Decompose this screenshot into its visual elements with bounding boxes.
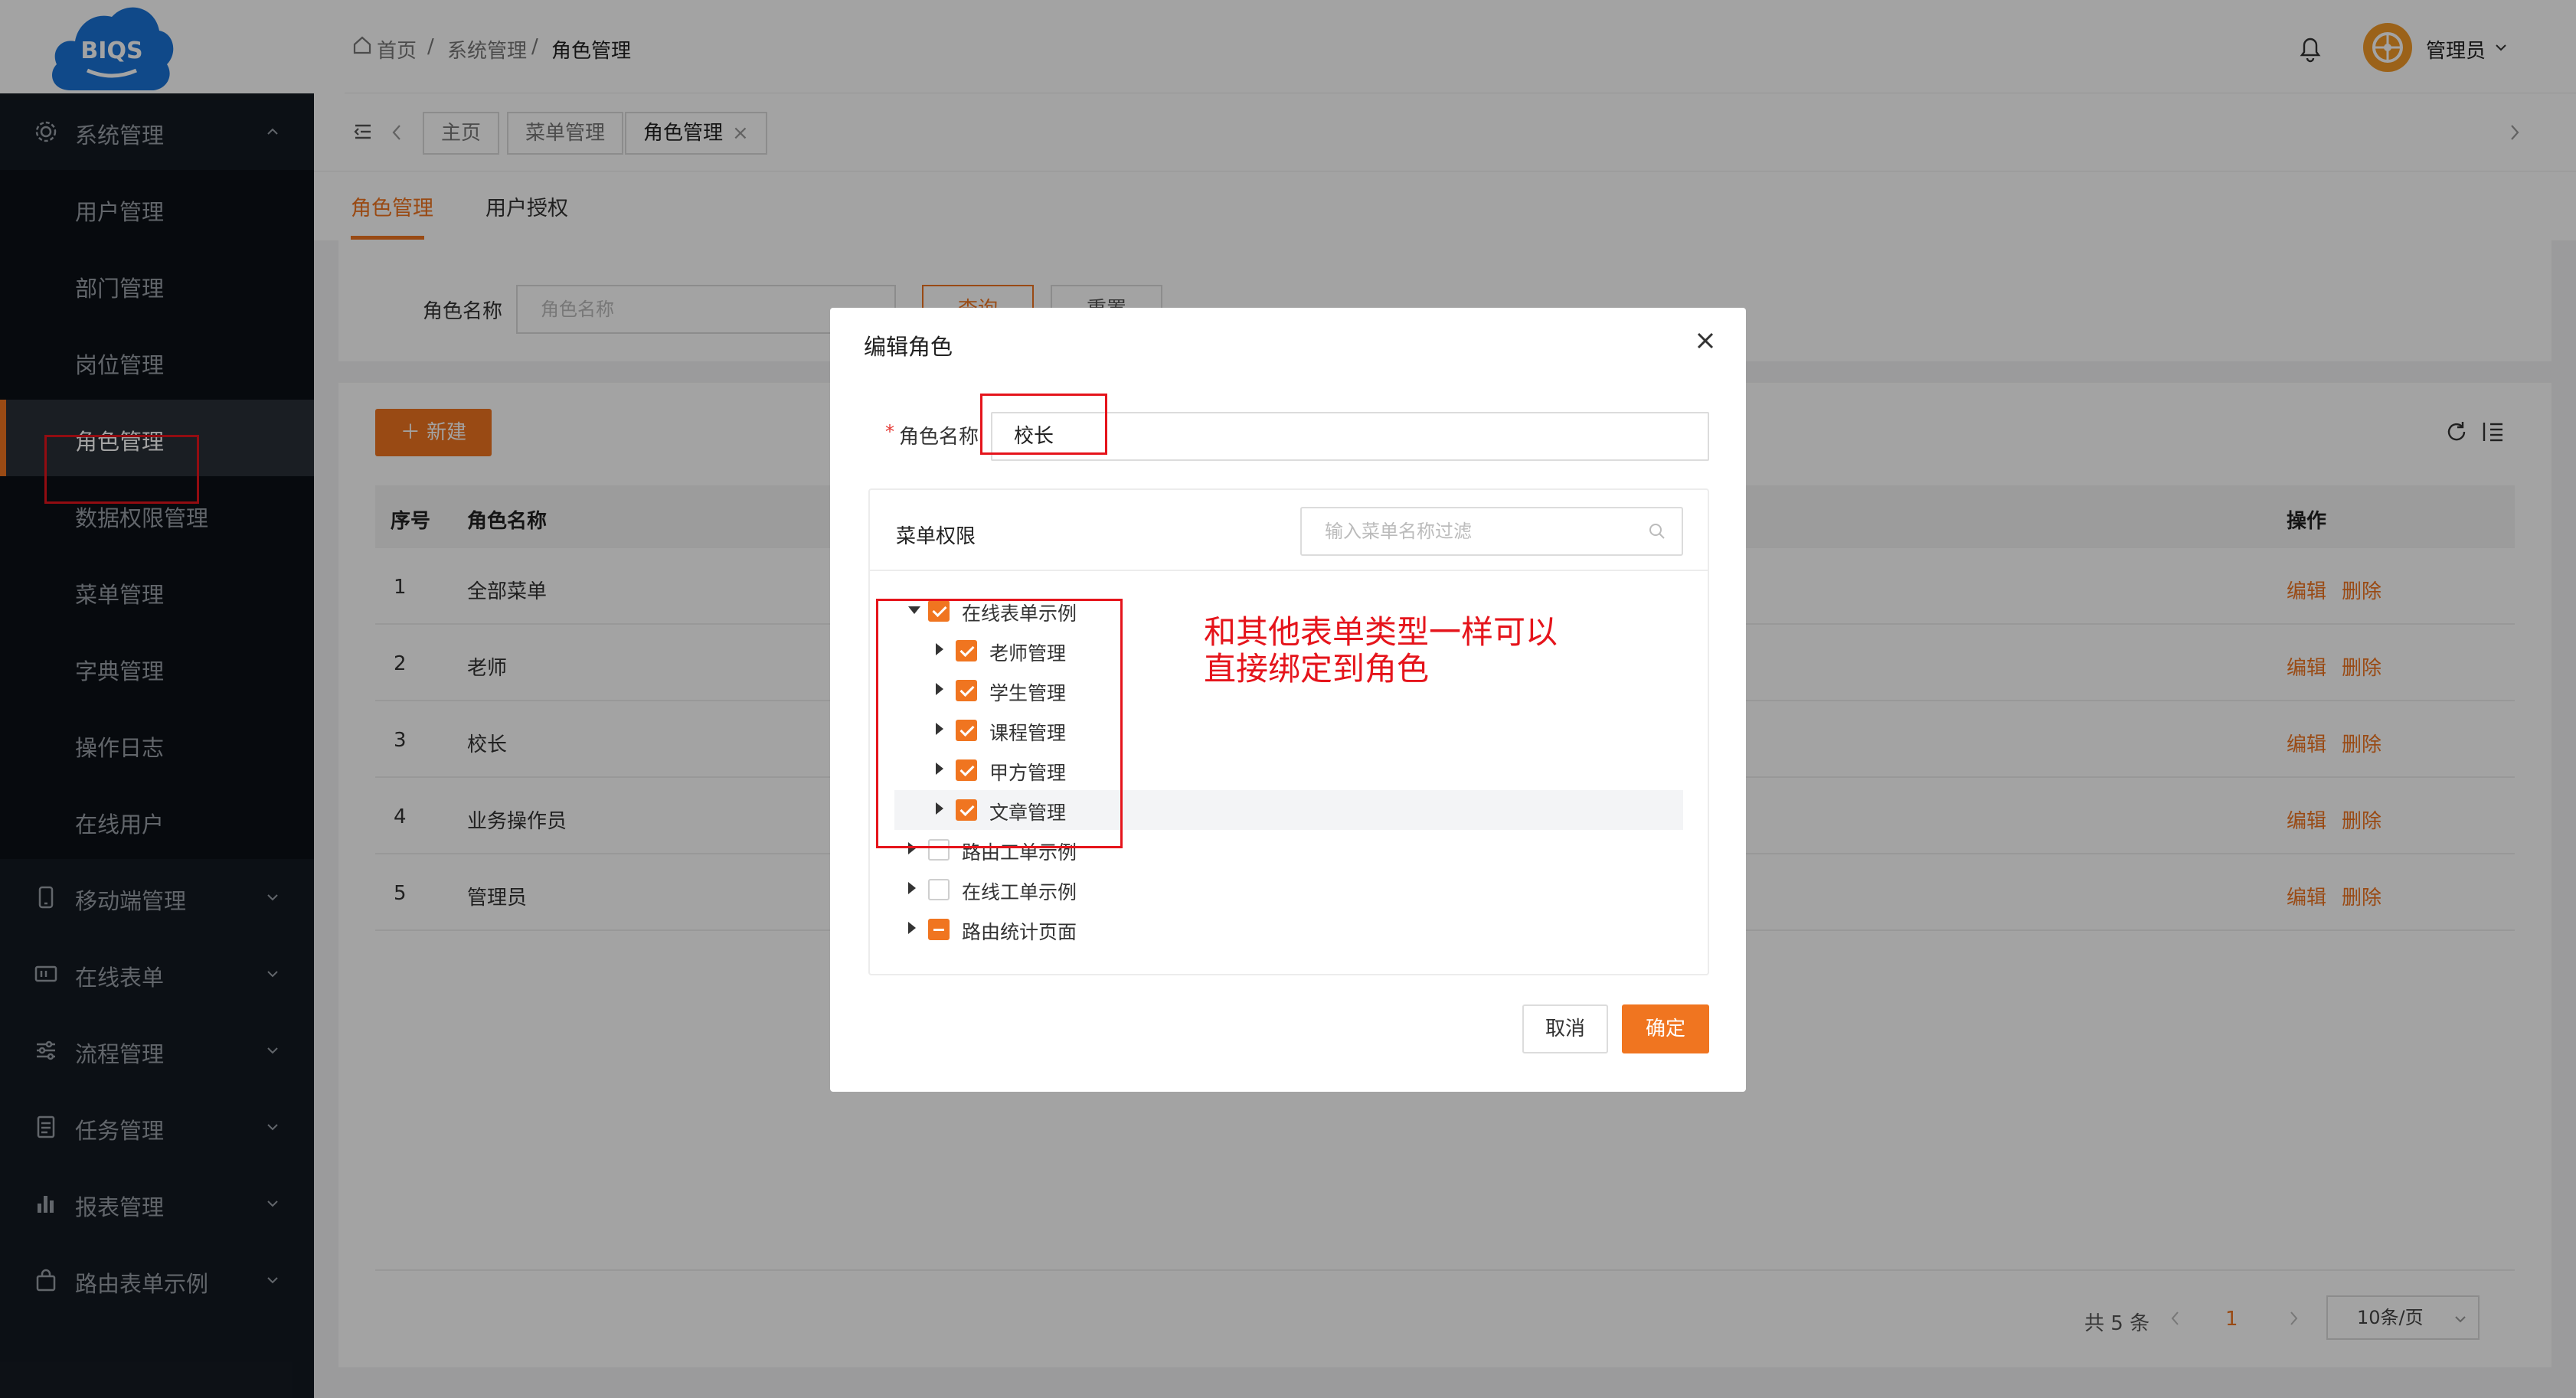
- highlight-box: [876, 599, 1123, 848]
- caret-right-icon[interactable]: [908, 882, 916, 894]
- tree-node-label: 在线工单示例: [962, 881, 1077, 903]
- edit-role-modal: 编辑角色 * 角色名称 校长 菜单权限 输入菜单名称过滤 在线表单示例 老师管理: [830, 308, 1746, 1092]
- tree-checkbox[interactable]: [928, 879, 950, 900]
- menu-filter-placeholder: 输入菜单名称过滤: [1325, 521, 1472, 542]
- confirm-button[interactable]: 确定: [1622, 1004, 1709, 1053]
- permission-panel-title: 菜单权限: [896, 525, 976, 548]
- required-mark: *: [885, 421, 894, 443]
- highlight-box: [980, 394, 1107, 455]
- cancel-button[interactable]: 取消: [1522, 1004, 1608, 1053]
- tree-node-label: 路由统计页面: [962, 921, 1077, 943]
- close-icon[interactable]: [1694, 329, 1717, 352]
- annotation-text: 和其他表单类型一样可以 直接绑定到角色: [1204, 614, 1558, 688]
- tree-checkbox[interactable]: [928, 919, 950, 940]
- caret-right-icon[interactable]: [908, 922, 916, 934]
- role-name-label: 角色名称: [899, 426, 979, 449]
- menu-filter-input[interactable]: 输入菜单名称过滤: [1300, 507, 1683, 556]
- modal-title: 编辑角色: [864, 334, 953, 360]
- permission-panel-header: 菜单权限 输入菜单名称过滤: [870, 490, 1708, 571]
- annotation-line: 和其他表单类型一样可以: [1204, 613, 1558, 651]
- annotation-line: 直接绑定到角色: [1204, 650, 1430, 688]
- search-icon: [1649, 524, 1665, 539]
